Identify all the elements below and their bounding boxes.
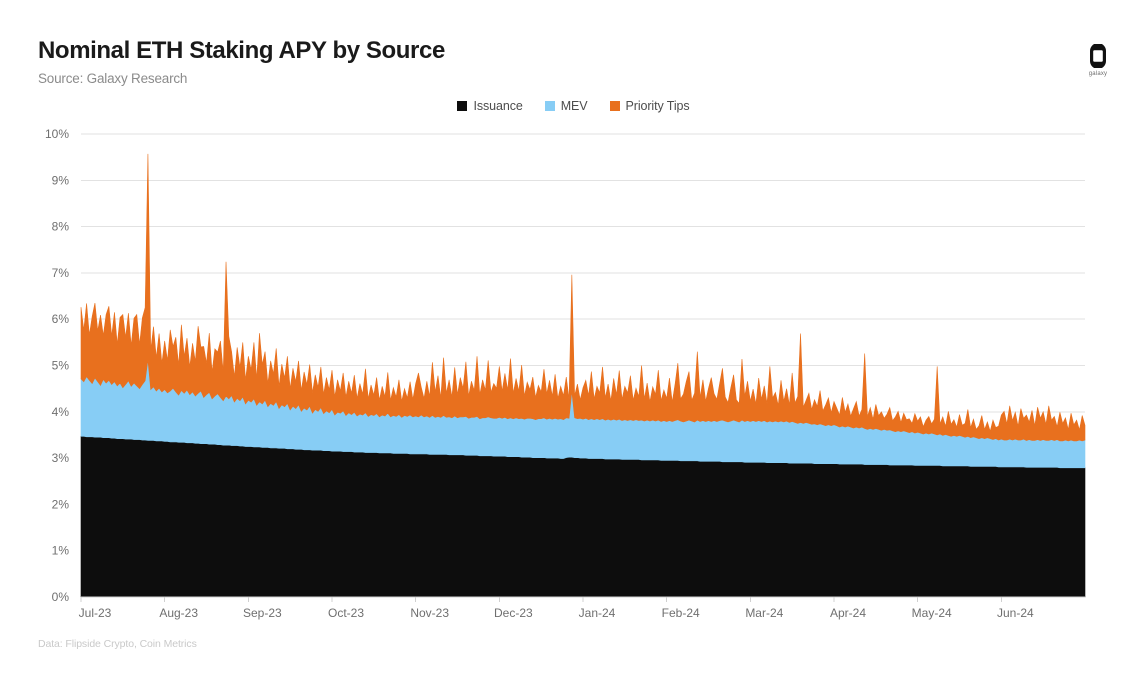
data-source-note: Data: Flipside Crypto, Coin Metrics	[38, 638, 197, 650]
x-axis-tick-label: Sep-23	[243, 606, 282, 620]
x-axis-tick-label: Jun-24	[997, 606, 1034, 620]
chart-legend: Issuance MEV Priority Tips	[0, 99, 1147, 113]
y-axis-tick-label: 8%	[52, 220, 70, 234]
y-axis-tick-label: 4%	[52, 405, 70, 419]
galaxy-logo-icon	[1087, 44, 1109, 68]
x-axis-tick-label: Aug-23	[159, 606, 198, 620]
y-axis-tick-label: 6%	[52, 312, 70, 326]
x-axis-tick-label: Mar-24	[745, 606, 783, 620]
x-axis-tick-label: May-24	[912, 606, 952, 620]
y-axis-tick-label: 3%	[52, 451, 70, 465]
y-axis-tick-label: 7%	[52, 266, 70, 280]
legend-swatch-icon	[457, 101, 467, 111]
logo-wordmark: galaxy	[1075, 71, 1121, 77]
y-axis-tick-label: 5%	[52, 359, 70, 373]
chart-header: Nominal ETH Staking APY by Source Source…	[38, 38, 738, 86]
y-axis-tick-label: 0%	[52, 590, 70, 604]
y-axis-tick-label: 1%	[52, 544, 70, 558]
chart-page: Nominal ETH Staking APY by Source Source…	[0, 0, 1147, 680]
legend-item-label: MEV	[561, 99, 588, 113]
legend-swatch-icon	[545, 101, 555, 111]
x-axis-tick-label: Nov-23	[410, 606, 449, 620]
page-title: Nominal ETH Staking APY by Source	[38, 38, 738, 64]
brand-logo: galaxy	[1075, 44, 1121, 77]
legend-item-issuance[interactable]: Issuance	[457, 99, 522, 113]
x-axis-tick-label: Jan-24	[579, 606, 616, 620]
x-axis-tick-label: Dec-23	[494, 606, 533, 620]
x-axis-tick-label: Oct-23	[328, 606, 364, 620]
x-axis-tick-label: Apr-24	[830, 606, 866, 620]
area-series-mev	[81, 360, 1085, 468]
legend-swatch-icon	[610, 101, 620, 111]
x-axis-tick-label: Feb-24	[662, 606, 700, 620]
y-axis-tick-label: 2%	[52, 497, 70, 511]
legend-item-priority-tips[interactable]: Priority Tips	[610, 99, 690, 113]
y-axis-tick-label: 9%	[52, 173, 70, 187]
y-axis-tick-label: 10%	[45, 127, 69, 141]
area-series-priority-tips	[81, 154, 1085, 441]
chart-subtitle: Source: Galaxy Research	[38, 71, 738, 86]
legend-item-label: Issuance	[473, 99, 522, 113]
x-axis-tick-label: Jul-23	[79, 606, 112, 620]
area-series-issuance	[81, 436, 1085, 597]
legend-item-mev[interactable]: MEV	[545, 99, 588, 113]
legend-item-label: Priority Tips	[626, 99, 690, 113]
